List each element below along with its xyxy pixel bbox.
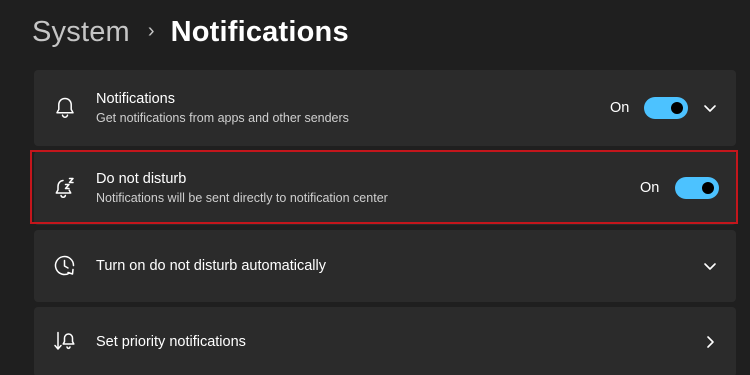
setting-description: Get notifications from apps and other se… — [96, 111, 349, 125]
do-not-disturb-setting-row[interactable]: Do not disturb Notifications will be sen… — [34, 151, 736, 225]
setting-title: Set priority notifications — [96, 334, 246, 350]
settings-page: System › Notifications Notifications Get… — [0, 0, 750, 375]
setting-description: Notifications will be sent directly to n… — [96, 191, 388, 205]
setting-title: Turn on do not disturb automatically — [96, 258, 326, 274]
dnd-automatic-text: Turn on do not disturb automatically — [96, 257, 326, 275]
breadcrumb: System › Notifications — [32, 10, 349, 54]
notifications-text: Notifications Get notifications from app… — [96, 90, 349, 126]
chevron-down-icon[interactable] — [702, 100, 718, 116]
priority-bell-icon — [52, 329, 78, 355]
page-title: Notifications — [170, 15, 349, 48]
dnd-automatic-setting-row[interactable]: Turn on do not disturb automatically — [34, 230, 736, 302]
toggle-knob — [702, 182, 714, 194]
setting-title: Notifications — [96, 91, 175, 107]
setting-title: Do not disturb — [96, 171, 187, 187]
breadcrumb-separator: › — [147, 19, 155, 42]
toggle-knob — [671, 102, 683, 114]
toggle-state-label: On — [640, 180, 660, 196]
notifications-setting-row[interactable]: Notifications Get notifications from app… — [34, 70, 736, 146]
chevron-right-icon[interactable] — [702, 334, 718, 350]
priority-notifications-setting-row[interactable]: Set priority notifications — [34, 307, 736, 375]
chevron-down-icon[interactable] — [702, 258, 718, 274]
do-not-disturb-toggle[interactable] — [675, 177, 719, 199]
clock-refresh-icon — [52, 253, 78, 279]
priority-notifications-text: Set priority notifications — [96, 333, 246, 351]
notifications-toggle[interactable] — [644, 97, 688, 119]
do-not-disturb-text: Do not disturb Notifications will be sen… — [96, 170, 388, 206]
bell-icon — [52, 95, 78, 121]
bell-snooze-icon — [52, 175, 78, 201]
toggle-state-label: On — [610, 100, 630, 116]
breadcrumb-system-link[interactable]: System — [32, 16, 130, 49]
